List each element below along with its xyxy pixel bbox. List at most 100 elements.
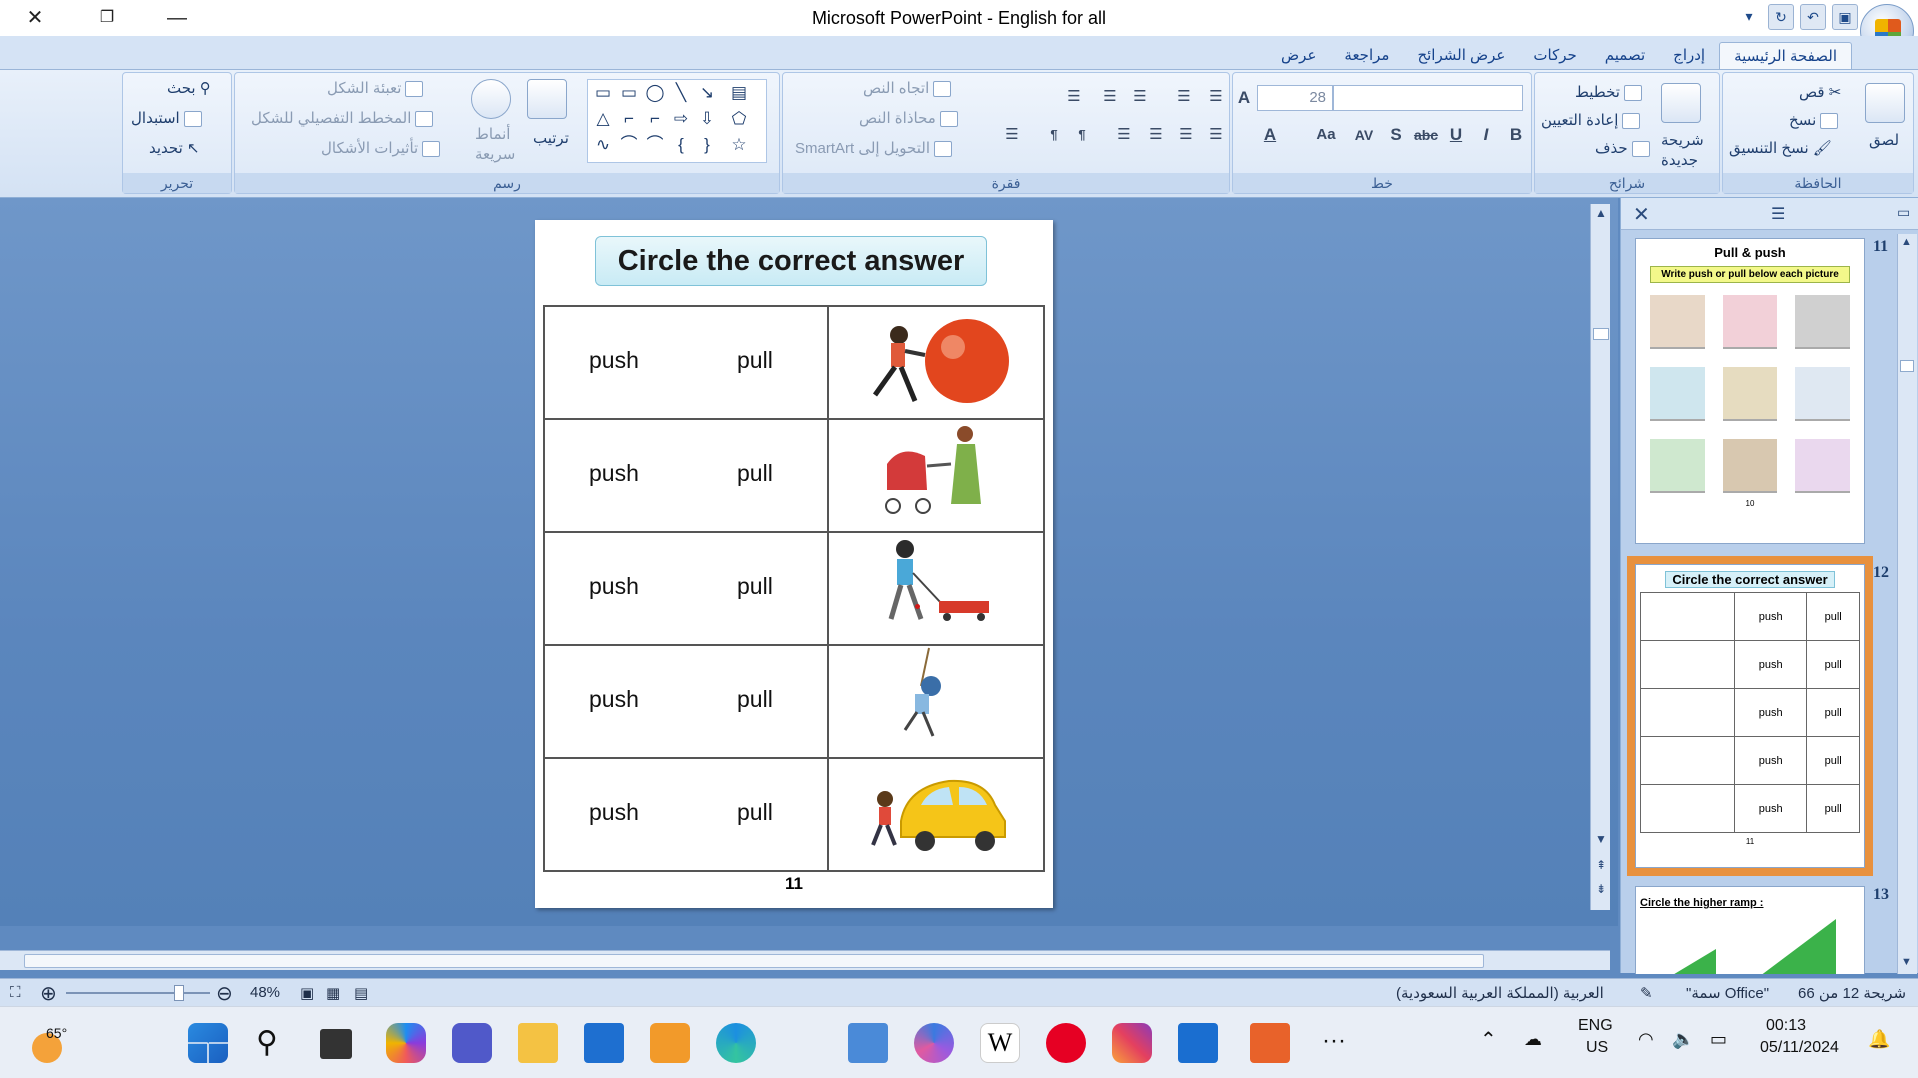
tab-slideshow[interactable]: عرض الشرائح (1403, 42, 1519, 69)
tab-view[interactable]: عرض (1267, 42, 1330, 69)
new-slide-icon[interactable] (1661, 83, 1701, 123)
paste-icon[interactable] (1865, 83, 1905, 123)
new-slide-label-2[interactable]: جديدة (1661, 151, 1698, 169)
wifi-icon[interactable]: ◠ (1638, 1029, 1654, 1050)
line-shape-icon[interactable]: ╲ (670, 82, 692, 104)
options-cell[interactable]: push pull (543, 644, 829, 759)
next-slide-icon[interactable]: ⇟ (1591, 882, 1611, 896)
pull-option[interactable]: pull (737, 799, 773, 826)
font-name-box[interactable] (1333, 85, 1523, 111)
decrease-font-icon[interactable]: A (1231, 86, 1257, 110)
columns-icon[interactable]: ☰ (999, 123, 1025, 147)
oval-shape-icon[interactable]: ◯ (644, 82, 666, 104)
align-right-icon[interactable]: ☰ (1203, 123, 1229, 147)
rectangle-shape-icon[interactable]: ▭ (618, 82, 640, 104)
panel-scroll-thumb[interactable] (1900, 360, 1914, 372)
justify-icon[interactable]: ☰ (1111, 123, 1137, 147)
powerpoint-icon[interactable] (1250, 1023, 1290, 1063)
arrange-button[interactable]: ترتيب (533, 129, 569, 147)
pull-option[interactable]: pull (737, 686, 773, 713)
close-panel-icon[interactable]: ✕ (1633, 202, 1650, 227)
paste-button[interactable]: لصق (1869, 131, 1899, 149)
ltr-icon[interactable]: ¶ (1041, 123, 1067, 147)
indent-icon[interactable]: ☰ (1127, 85, 1153, 109)
change-case-icon[interactable]: Aa (1313, 123, 1339, 147)
bold-icon[interactable]: B (1503, 123, 1529, 147)
numbering-icon[interactable]: ☰ (1203, 85, 1229, 109)
zoom-level[interactable]: 48% (250, 984, 280, 1001)
arc-shape-icon[interactable]: ⌒ (618, 134, 640, 156)
outline-tab-icon[interactable]: ☰ (1771, 204, 1785, 224)
rtl-icon[interactable]: ¶ (1069, 123, 1095, 147)
scroll-up-icon[interactable]: ▲ (1591, 206, 1611, 220)
shape-outline-button[interactable]: المخطط التفصيلي للشكل (251, 109, 434, 128)
triangle-shape-icon[interactable]: △ (592, 108, 614, 130)
tab-animations[interactable]: حركات (1519, 42, 1590, 69)
wikipedia-icon[interactable]: W (980, 1023, 1020, 1063)
right-arrow-shape-icon[interactable]: ⇨ (670, 108, 692, 130)
outlook-icon[interactable] (1178, 1023, 1218, 1063)
strikethrough-icon[interactable]: abc (1413, 123, 1439, 147)
find-button[interactable]: ⚲ بحث (167, 79, 211, 97)
customize-qat-icon[interactable]: ▾ (1736, 4, 1762, 30)
shape-fill-button[interactable]: تعبئة الشكل (327, 79, 424, 98)
thumbnail-slide-13[interactable]: Circle the higher ramp : (1635, 886, 1865, 974)
show-hidden-icons[interactable]: ⌃ (1480, 1027, 1497, 1052)
slides-tab-icon[interactable]: ▭ (1897, 204, 1910, 221)
previous-slide-icon[interactable]: ⇞ (1591, 858, 1611, 872)
clock-time[interactable]: 00:13 (1766, 1017, 1806, 1035)
clock-date[interactable]: 05/11/2024 (1760, 1039, 1839, 1057)
thumbnail-slide-11[interactable]: Pull & push Write push or pull below eac… (1635, 238, 1865, 544)
zoom-slider-thumb[interactable] (174, 985, 184, 1001)
panel-scrollbar[interactable]: ▲ ▼ (1897, 234, 1917, 974)
replace-button[interactable]: استبدال (131, 109, 202, 128)
delete-slide-button[interactable]: حذف (1595, 139, 1650, 158)
fit-slide-icon[interactable]: ⛶ (10, 984, 21, 1001)
task-view-icon[interactable] (320, 1029, 352, 1059)
repeat-icon[interactable]: ↻ (1768, 4, 1794, 30)
quick-styles-label-2[interactable]: سريعة (475, 145, 515, 163)
push-option[interactable]: push (589, 460, 639, 487)
font-size-box[interactable]: 28 (1257, 85, 1333, 111)
teams-icon[interactable] (452, 1023, 492, 1063)
push-option[interactable]: push (589, 686, 639, 713)
textbox-shape-icon[interactable]: ▭ (592, 82, 614, 104)
epub-icon[interactable] (848, 1023, 888, 1063)
copy-button[interactable]: نسخ (1789, 111, 1839, 130)
left-brace-icon[interactable]: { (670, 134, 692, 156)
zoom-out-icon[interactable]: ⊖ (216, 981, 233, 1006)
push-option[interactable]: push (589, 347, 639, 374)
input-language-2[interactable]: US (1586, 1039, 1608, 1057)
tab-insert[interactable]: إدراج (1659, 42, 1719, 69)
normal-view-icon[interactable]: ▤ (354, 984, 368, 1002)
quick-styles-label-1[interactable]: أنماط (475, 125, 510, 143)
options-cell[interactable]: push pull (543, 305, 829, 420)
copilot-app-icon[interactable] (914, 1023, 954, 1063)
char-spacing-icon[interactable]: AV (1351, 123, 1377, 147)
save-icon[interactable]: ▣ (1832, 4, 1858, 30)
more-icon[interactable]: ··· (1322, 1027, 1346, 1055)
arc2-shape-icon[interactable]: ⌒ (644, 134, 666, 156)
quick-styles-icon[interactable] (471, 79, 511, 119)
copilot-icon[interactable] (386, 1023, 426, 1063)
spelling-icon[interactable]: ✎ (1640, 984, 1653, 1002)
textbox-icon[interactable]: ▤ (728, 82, 750, 104)
options-cell[interactable]: push pull (543, 418, 829, 533)
slideshow-view-icon[interactable]: ▣ (300, 984, 314, 1002)
shapes-gallery[interactable]: ▭ ▭ ◯ ╲ ↘ ▤ △ ⌐ ⌐ ⇨ ⇩ ⬠ ∿ ⌒ ⌒ { } ☆ (587, 79, 767, 163)
battery-icon[interactable]: ▭ (1710, 1029, 1727, 1050)
line-spacing-icon[interactable]: ☰ (1061, 85, 1087, 109)
instagram-icon[interactable] (1112, 1023, 1152, 1063)
down-arrow-shape-icon[interactable]: ⇩ (696, 108, 718, 130)
scroll-down-icon[interactable]: ▼ (1591, 832, 1611, 846)
sorter-view-icon[interactable]: ▦ (326, 984, 340, 1002)
notification-bell-icon[interactable]: 🔔 (1868, 1029, 1890, 1050)
underline-icon[interactable]: U (1443, 123, 1469, 147)
edge-icon[interactable] (716, 1023, 756, 1063)
layout-button[interactable]: تخطيط (1575, 83, 1642, 102)
pentagon-shape-icon[interactable]: ⬠ (728, 108, 750, 130)
panel-scroll-down-icon[interactable]: ▼ (1901, 956, 1912, 968)
pull-option[interactable]: pull (737, 460, 773, 487)
zoom-slider[interactable] (66, 992, 210, 994)
store-icon[interactable] (584, 1023, 624, 1063)
